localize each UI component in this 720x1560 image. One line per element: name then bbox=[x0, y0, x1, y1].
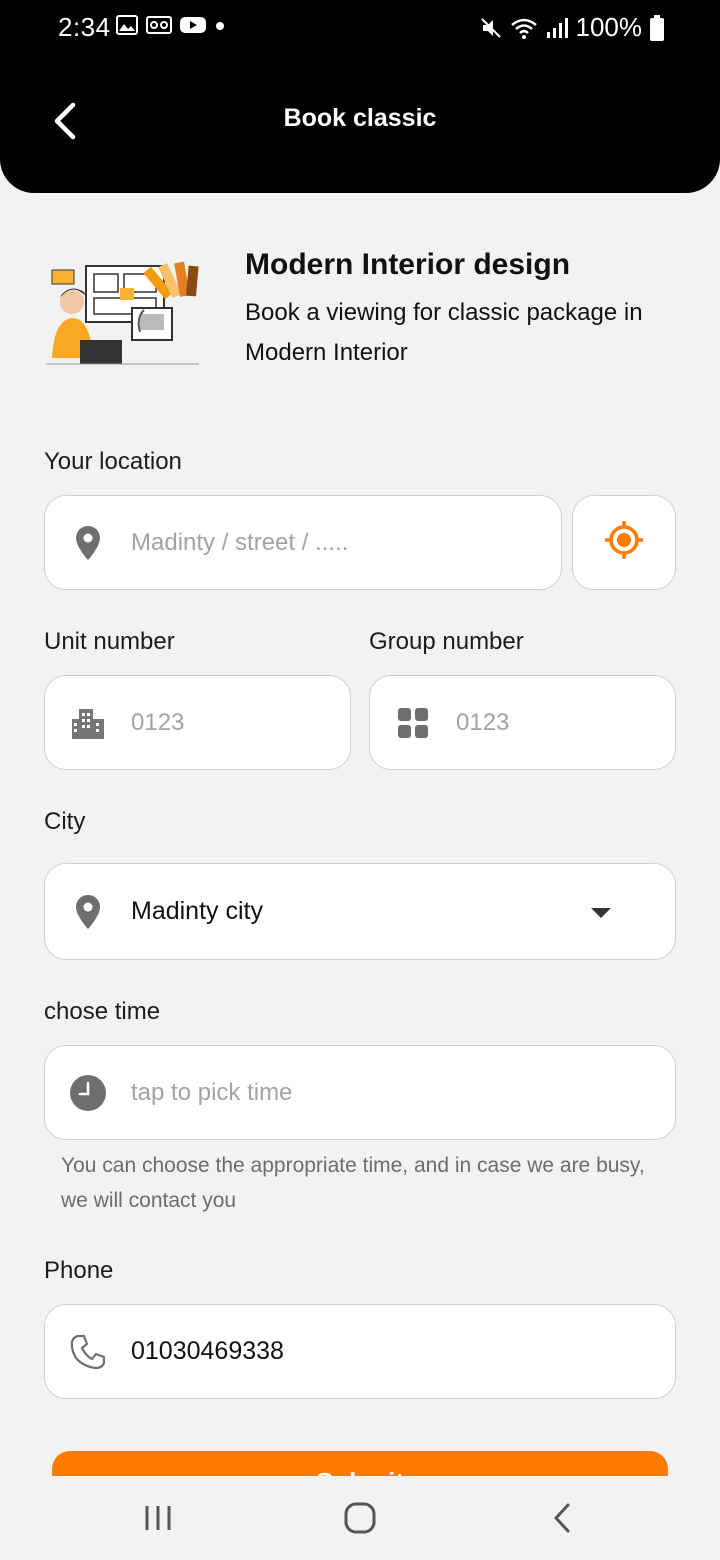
dot-icon bbox=[214, 15, 226, 35]
unit-number-placeholder: 0123 bbox=[131, 708, 185, 736]
time-placeholder: tap to pick time bbox=[131, 1078, 293, 1106]
page-title: Book classic bbox=[283, 104, 437, 132]
status-bar: 2:34 100% bbox=[0, 0, 720, 54]
phone-input[interactable]: 01030469338 bbox=[44, 1304, 676, 1399]
city-dropdown[interactable]: Madinty city bbox=[44, 863, 676, 960]
group-label: Group number bbox=[369, 628, 524, 655]
time-hint-text: You can choose the appropriate time, and… bbox=[61, 1154, 645, 1212]
city-selected-value: Madinty city bbox=[131, 897, 263, 925]
location-label: Your location bbox=[44, 448, 182, 475]
battery-icon bbox=[650, 14, 664, 41]
service-title: Modern Interior design bbox=[245, 248, 571, 281]
voicemail-icon bbox=[146, 15, 172, 35]
battery-text: 100% bbox=[575, 12, 643, 42]
home-button[interactable] bbox=[330, 1500, 390, 1540]
system-back-button[interactable] bbox=[532, 1500, 592, 1540]
interior-design-illustration bbox=[44, 248, 204, 366]
app-header: 2:34 100% Book classic bbox=[0, 0, 720, 193]
status-time: 2:34 bbox=[58, 12, 111, 42]
building-icon bbox=[45, 707, 131, 739]
recent-apps-button[interactable] bbox=[128, 1500, 188, 1540]
system-nav-bar bbox=[0, 1476, 720, 1560]
city-label: City bbox=[44, 808, 86, 835]
gps-target-icon bbox=[604, 520, 644, 565]
location-input[interactable]: Madinty / street / ..... bbox=[44, 495, 562, 590]
time-label: chose time bbox=[44, 998, 161, 1025]
clock-icon bbox=[45, 1074, 131, 1112]
notification-icons bbox=[116, 15, 226, 35]
phone-icon bbox=[45, 1334, 131, 1370]
gps-locate-button[interactable] bbox=[572, 495, 676, 590]
image-icon bbox=[116, 15, 138, 35]
group-number-input[interactable]: 0123 bbox=[369, 675, 676, 770]
wifi-icon bbox=[510, 16, 538, 40]
group-number-placeholder: 0123 bbox=[456, 708, 510, 736]
phone-label: Phone bbox=[44, 1257, 114, 1284]
service-subtitle: Book a viewing for classic package in Mo… bbox=[245, 299, 643, 366]
time-picker-input[interactable]: tap to pick time bbox=[44, 1045, 676, 1140]
grid-icon bbox=[370, 707, 456, 739]
signal-icon bbox=[546, 16, 568, 40]
youtube-icon bbox=[180, 15, 206, 35]
unit-number-input[interactable]: 0123 bbox=[44, 675, 351, 770]
home-icon bbox=[344, 1502, 376, 1539]
system-indicators: 100% bbox=[480, 12, 664, 43]
phone-value: 01030469338 bbox=[131, 1337, 284, 1365]
recent-apps-icon bbox=[143, 1503, 173, 1538]
unit-label: Unit number bbox=[44, 628, 175, 655]
mute-icon bbox=[480, 16, 502, 40]
dropdown-caret-icon bbox=[591, 908, 611, 918]
location-placeholder: Madinty / street / ..... bbox=[131, 528, 349, 556]
location-pin-icon bbox=[45, 525, 131, 561]
back-arrow-icon bbox=[552, 1503, 572, 1538]
location-pin-icon bbox=[45, 894, 131, 930]
